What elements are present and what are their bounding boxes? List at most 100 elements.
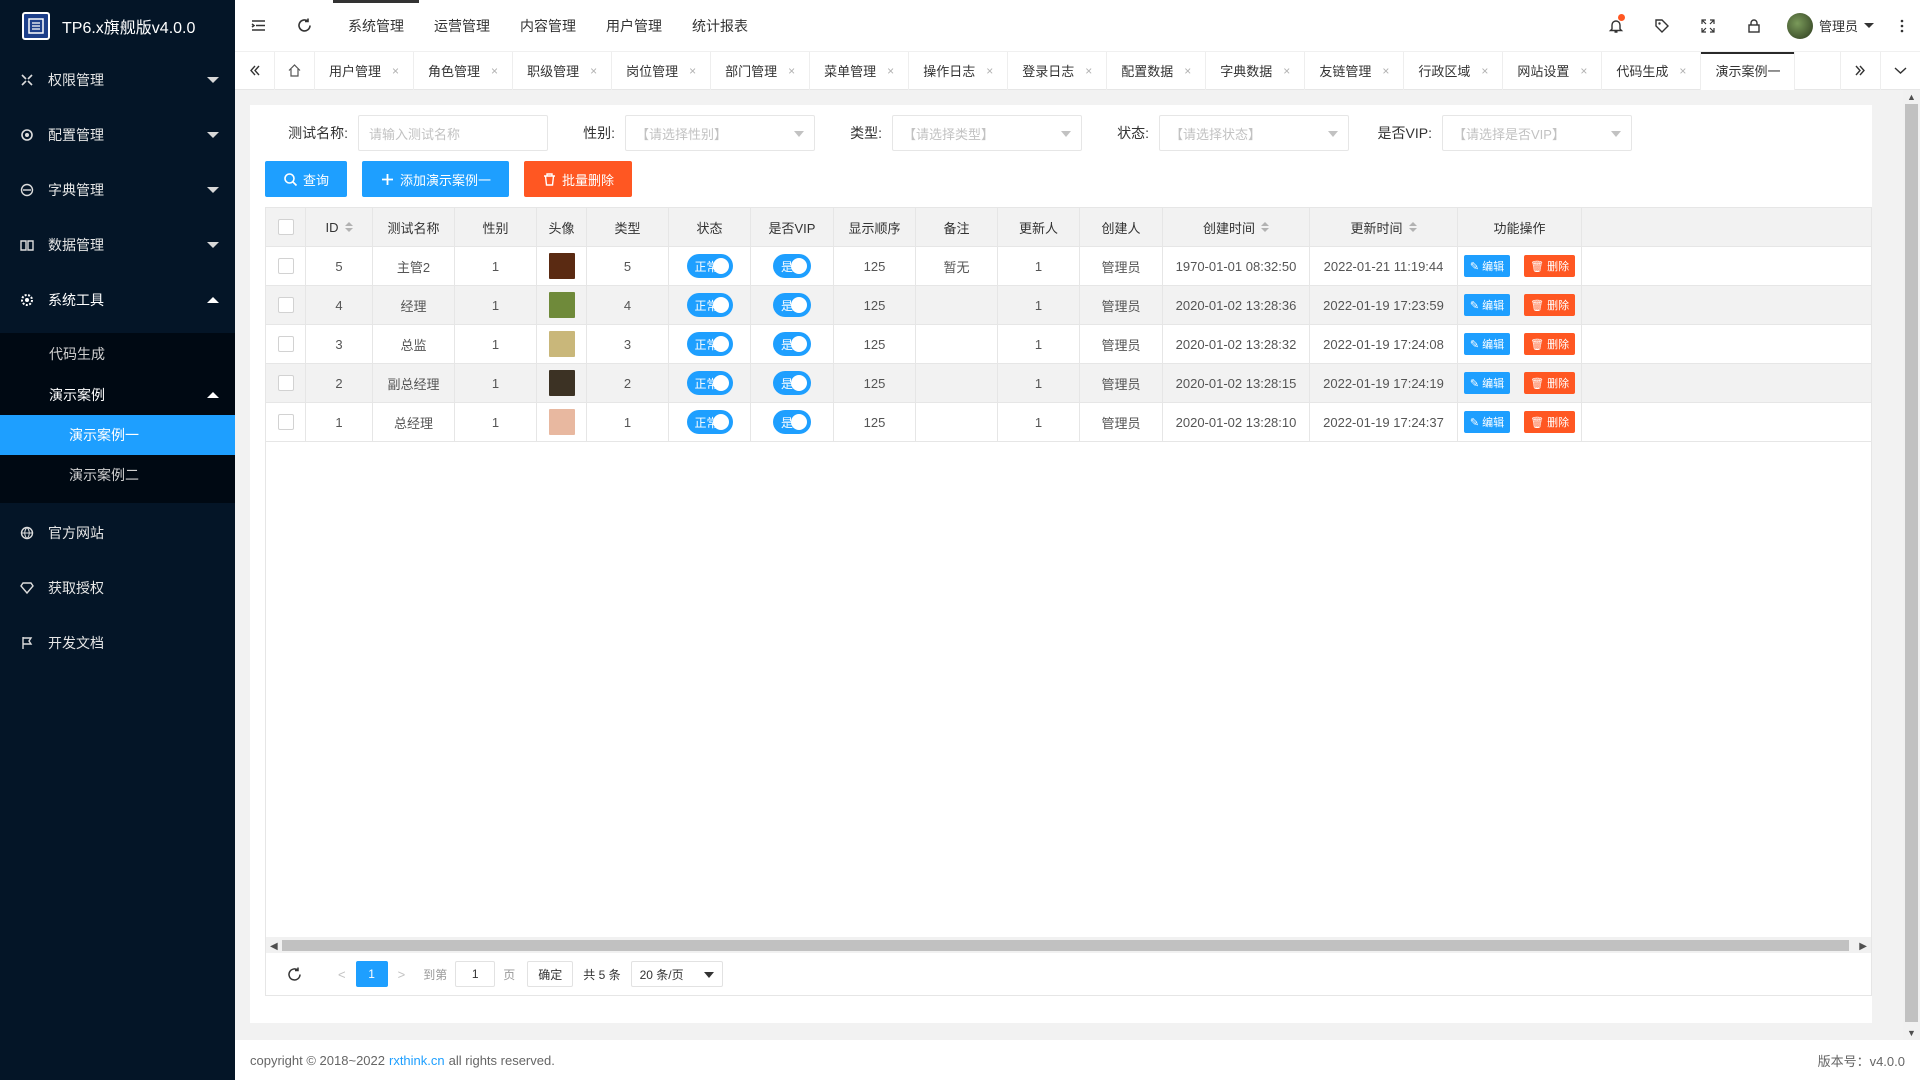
prev-page-icon[interactable]: < [338,967,346,982]
sidebar-item-demo[interactable]: 演示案例 [0,375,235,415]
sidebar-item-config[interactable]: 配置管理 [0,107,235,162]
sidebar-item-docs[interactable]: 开发文档 [0,615,235,670]
status-toggle[interactable]: 正常 [686,254,733,278]
sort-icon[interactable] [344,222,353,232]
refresh-table-icon[interactable] [284,964,304,984]
sort-icon[interactable] [1408,222,1417,232]
vip-toggle[interactable]: 是 [773,332,811,356]
edit-button[interactable]: ✎ 编辑 [1463,333,1511,355]
search-vip-select[interactable]: 【请选择是否VIP】 [1442,115,1632,151]
scroll-down-arrow-icon[interactable]: ▼ [1907,1028,1916,1038]
menu-fold-icon[interactable] [235,0,281,52]
close-icon[interactable]: × [1382,64,1389,78]
delete-button[interactable]: 🗑 删除 [1524,333,1576,355]
sidebar-item-license[interactable]: 获取授权 [0,560,235,615]
bell-icon[interactable] [1593,0,1639,52]
sidebar-item-data[interactable]: 数据管理 [0,217,235,272]
tab-item[interactable]: 角色管理 × [414,51,514,90]
batch-delete-button[interactable]: 批量删除 [524,161,633,197]
vip-toggle[interactable]: 是 [773,254,811,278]
scroll-right-arrow-icon[interactable]: ▶ [1859,941,1867,952]
avatar-thumbnail[interactable] [548,253,575,279]
top-nav-reports[interactable]: 统计报表 [677,0,763,52]
column-header[interactable]: 更新时间 [1310,208,1458,246]
sidebar-item-system-tools[interactable]: 系统工具 [0,272,235,327]
scrollbar-thumb[interactable] [282,940,1849,951]
status-toggle[interactable]: 正常 [686,410,733,434]
user-menu[interactable]: 管理员 [1777,0,1884,52]
tab-item[interactable]: 配置数据 × [1107,51,1207,90]
tab-item[interactable]: 友链管理 × [1305,51,1405,90]
row-checkbox[interactable] [277,414,294,430]
vip-toggle[interactable]: 是 [773,371,811,395]
close-icon[interactable]: × [788,64,795,78]
current-page[interactable]: 1 [355,961,388,987]
lock-icon[interactable] [1731,0,1777,52]
tabs-scroll-left-icon[interactable] [235,51,275,90]
tab-item[interactable]: 代码生成 × [1602,51,1702,90]
column-header[interactable]: ID [306,208,373,246]
sidebar-item-demo-1[interactable]: 演示案例一 [0,415,235,455]
row-checkbox[interactable] [277,258,294,274]
tab-item[interactable]: 职级管理 × [513,51,613,90]
sidebar-item-permission[interactable]: 权限管理 [0,52,235,107]
query-button[interactable]: 查询 [265,161,348,197]
delete-button[interactable]: 🗑 删除 [1524,411,1576,433]
close-icon[interactable]: × [887,64,894,78]
tabs-scroll-right-icon[interactable] [1840,51,1880,90]
close-icon[interactable]: × [1679,64,1686,78]
close-icon[interactable]: × [1481,64,1488,78]
row-checkbox[interactable] [277,375,294,391]
tab-item[interactable]: 部门管理 × [711,51,811,90]
add-button[interactable]: 添加演示案例一 [362,161,510,197]
home-icon[interactable] [275,51,315,90]
top-nav-content[interactable]: 内容管理 [505,0,591,52]
next-page-icon[interactable]: > [398,967,406,982]
scroll-up-arrow-icon[interactable]: ▲ [1907,92,1916,102]
status-toggle[interactable]: 正常 [686,332,733,356]
vip-toggle[interactable]: 是 [773,293,811,317]
search-gender-select[interactable]: 【请选择性别】 [625,115,815,151]
tab-item[interactable]: 操作日志 × [909,51,1009,90]
close-icon[interactable]: × [392,64,399,78]
tab-item[interactable]: 登录日志 × [1008,51,1108,90]
search-type-select[interactable]: 【请选择类型】 [892,115,1082,151]
status-toggle[interactable]: 正常 [686,293,733,317]
tabs-dropdown-icon[interactable] [1880,51,1920,90]
more-vertical-icon[interactable] [1884,0,1920,52]
row-checkbox[interactable] [277,336,294,352]
edit-button[interactable]: ✎ 编辑 [1463,294,1511,316]
search-status-select[interactable]: 【请选择状态】 [1159,115,1349,151]
goto-page-input[interactable]: 1 [455,961,496,987]
delete-button[interactable]: 🗑 删除 [1524,372,1576,394]
horizontal-scrollbar[interactable]: ◀ ▶ [266,937,1871,953]
tab-item[interactable]: 用户管理 × [315,51,415,90]
avatar-thumbnail[interactable] [548,292,575,318]
vertical-scrollbar[interactable]: ▲ ▼ [1903,90,1920,1040]
row-checkbox[interactable] [277,297,294,313]
scroll-left-arrow-icon[interactable]: ◀ [270,941,278,952]
page-size-select[interactable]: 20 条/页 [630,961,723,987]
scrollbar-thumb[interactable] [1905,104,1918,1022]
logo[interactable]: TP6.x旗舰版v4.0.0 [0,0,235,52]
column-header[interactable]: 创建时间 [1163,208,1310,246]
close-icon[interactable]: × [1184,64,1191,78]
close-icon[interactable]: × [491,64,498,78]
edit-button[interactable]: ✎ 编辑 [1463,372,1511,394]
close-icon[interactable]: × [986,64,993,78]
sort-icon[interactable] [1261,222,1269,232]
sidebar-item-demo-2[interactable]: 演示案例二 [0,455,235,495]
tab-item[interactable]: 演示案例一 [1701,51,1796,90]
delete-button[interactable]: 🗑 删除 [1524,294,1576,316]
select-all-checkbox[interactable] [277,219,294,235]
close-icon[interactable]: × [590,64,597,78]
tab-item[interactable]: 菜单管理 × [810,51,910,90]
top-nav-operation[interactable]: 运营管理 [419,0,505,52]
edit-button[interactable]: ✎ 编辑 [1463,255,1511,277]
tab-item[interactable]: 字典数据 × [1206,51,1306,90]
vip-toggle[interactable]: 是 [773,410,811,434]
status-toggle[interactable]: 正常 [686,371,733,395]
fullscreen-icon[interactable] [1685,0,1731,52]
close-icon[interactable]: × [1085,64,1092,78]
refresh-icon[interactable] [281,0,327,52]
